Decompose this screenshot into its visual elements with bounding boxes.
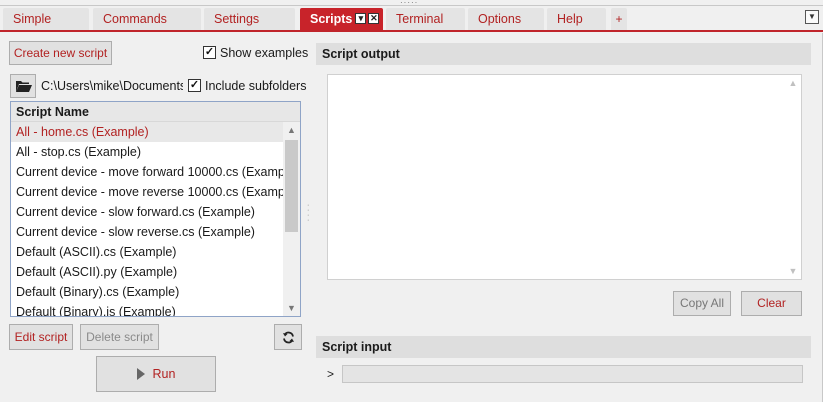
scroll-down-icon[interactable]: ▼	[785, 263, 801, 279]
scroll-up-icon[interactable]: ▲	[785, 75, 801, 91]
delete-script-button[interactable]: Delete script	[80, 324, 159, 350]
list-header[interactable]: Script Name	[11, 102, 300, 122]
grip-dots-icon: ·····	[400, 0, 419, 7]
dropdown-icon[interactable]: ▾	[355, 13, 367, 25]
tab-options[interactable]: Options	[468, 8, 544, 30]
tab-settings[interactable]: Settings	[204, 8, 295, 30]
tab-add[interactable]: +	[611, 8, 627, 30]
checkbox-checked-icon: ✓	[203, 46, 216, 60]
tab-help[interactable]: Help	[547, 8, 606, 30]
scroll-down-icon[interactable]: ▼	[283, 300, 300, 316]
output-scrollbar[interactable]: ▲ ▼	[785, 75, 801, 279]
overflow-menu-icon[interactable]: ▼	[805, 10, 819, 24]
input-prompt: >	[327, 367, 335, 381]
list-item[interactable]: Default (Binary).cs (Example)	[11, 282, 283, 302]
show-examples-checkbox[interactable]: ✓ Show examples	[203, 45, 308, 61]
create-script-button[interactable]: Create new script	[9, 41, 112, 65]
list-item[interactable]: Current device - move reverse 10000.cs (…	[11, 182, 283, 202]
play-icon	[136, 367, 145, 380]
close-icon[interactable]: ✕	[368, 13, 380, 25]
grip-dots-icon: · · · ·	[307, 202, 310, 224]
tab-bar: Simple Commands Settings Scripts ▾ ✕ Termi…	[0, 6, 823, 32]
scroll-up-icon[interactable]: ▲	[283, 122, 300, 138]
show-examples-label: Show examples	[220, 46, 309, 60]
clear-button[interactable]: Clear	[741, 291, 802, 316]
list-item[interactable]: All - home.cs (Example)	[11, 122, 283, 142]
tab-scripts-label: Scripts	[310, 12, 353, 26]
folder-open-icon	[16, 81, 32, 92]
include-subfolders-checkbox[interactable]: ✓ Include subfolders	[188, 78, 306, 94]
list-item[interactable]: Current device - slow reverse.cs (Exampl…	[11, 222, 283, 242]
tab-commands[interactable]: Commands	[93, 8, 201, 30]
run-label: Run	[152, 367, 176, 381]
checkbox-checked-icon: ✓	[188, 79, 201, 93]
script-output-area[interactable]: ▲ ▼	[327, 74, 802, 280]
folder-path: C:\Users\mike\Documents\	[41, 79, 183, 93]
script-input-field[interactable]	[342, 365, 803, 383]
list-item[interactable]: Default (ASCII).py (Example)	[11, 262, 283, 282]
browse-folder-button[interactable]	[10, 74, 36, 98]
list-scrollbar[interactable]: ▲ ▼	[283, 122, 300, 316]
list-item[interactable]: Default (Binary).js (Example)	[11, 302, 283, 316]
list-item[interactable]: Current device - slow forward.cs (Exampl…	[11, 202, 283, 222]
copy-all-button[interactable]: Copy All	[673, 291, 731, 316]
script-output-header: Script output	[316, 43, 811, 65]
script-list[interactable]: Script Name All - home.cs (Example) All …	[10, 101, 301, 317]
list-item[interactable]: Default (ASCII).cs (Example)	[11, 242, 283, 262]
edit-script-button[interactable]: Edit script	[9, 324, 73, 350]
tab-terminal[interactable]: Terminal	[386, 8, 465, 30]
script-input-header: Script input	[316, 336, 811, 358]
tab-simple[interactable]: Simple	[3, 8, 89, 30]
refresh-button[interactable]	[274, 324, 302, 350]
list-item[interactable]: Current device - move forward 10000.cs (…	[11, 162, 283, 182]
scroll-thumb[interactable]	[285, 140, 298, 232]
tab-scripts[interactable]: Scripts ▾ ✕	[300, 8, 383, 30]
run-button[interactable]: Run	[96, 356, 216, 392]
panel-splitter[interactable]: · · · ·	[306, 33, 312, 402]
refresh-icon	[283, 331, 294, 344]
include-subfolders-label: Include subfolders	[205, 79, 307, 93]
script-output-text	[328, 75, 801, 83]
list-item[interactable]: All - stop.cs (Example)	[11, 142, 283, 162]
